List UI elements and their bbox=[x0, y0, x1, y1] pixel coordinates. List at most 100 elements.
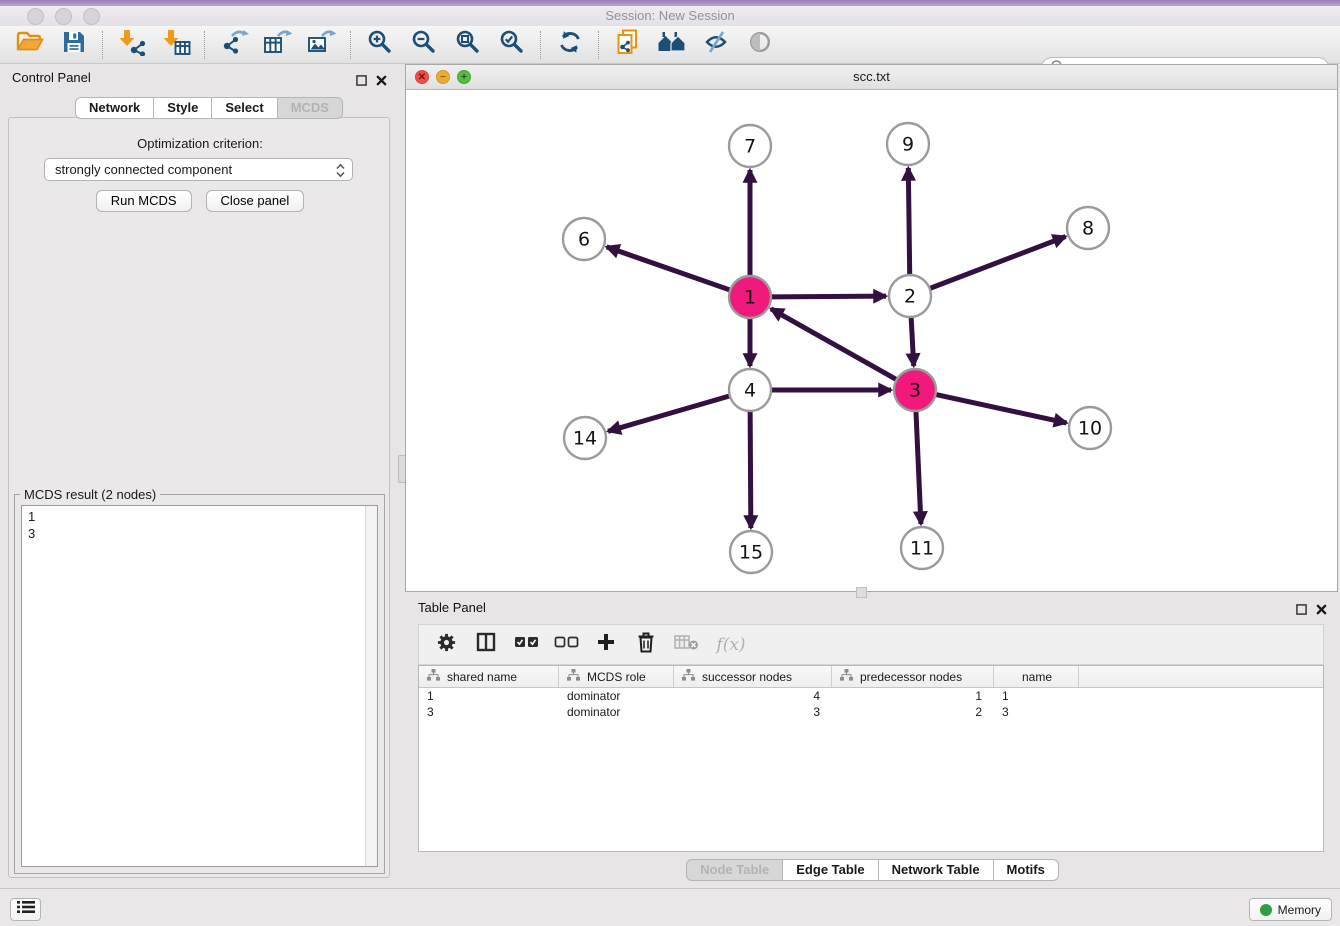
unselect-all-columns-button[interactable] bbox=[549, 630, 583, 660]
zoom-fit-button[interactable] bbox=[446, 29, 490, 61]
delete-columns-button[interactable] bbox=[629, 630, 663, 660]
graph-edge-2-8[interactable] bbox=[930, 237, 1066, 289]
table-settings-button[interactable] bbox=[429, 630, 463, 660]
mcds-result-list[interactable]: 13 bbox=[21, 505, 378, 867]
table-row[interactable]: 1dominator411 bbox=[419, 688, 1323, 704]
table-toolbar: f(x) bbox=[418, 624, 1324, 665]
column-header-predecessor-nodes[interactable]: predecessor nodes bbox=[832, 666, 994, 687]
select-all-columns-button[interactable] bbox=[509, 630, 543, 660]
float-panel-icon[interactable] bbox=[354, 73, 368, 87]
close-table-panel-icon[interactable] bbox=[1314, 602, 1328, 616]
plus-icon bbox=[596, 632, 616, 657]
import-table-button[interactable] bbox=[154, 29, 198, 61]
graph-edge-3-10[interactable] bbox=[936, 394, 1067, 422]
graph-edge-2-9[interactable] bbox=[908, 168, 909, 275]
export-network-button[interactable] bbox=[212, 29, 256, 61]
graph-node-9[interactable]: 9 bbox=[887, 123, 929, 165]
import-network-button[interactable] bbox=[110, 29, 154, 61]
table-row[interactable]: 3dominator323 bbox=[419, 704, 1323, 720]
graph-node-11[interactable]: 11 bbox=[901, 527, 943, 569]
table-cell: 1 bbox=[994, 688, 1079, 704]
graph-node-2[interactable]: 2 bbox=[889, 275, 931, 317]
tab-network-table[interactable]: Network Table bbox=[879, 859, 994, 881]
toolbar-separator bbox=[598, 31, 600, 59]
tab-node-table[interactable]: Node Table bbox=[686, 859, 783, 881]
open-file-icon bbox=[16, 30, 44, 59]
close-panel-button[interactable]: Close panel bbox=[206, 190, 305, 212]
graph-node-8[interactable]: 8 bbox=[1067, 207, 1109, 249]
column-header-successor-nodes[interactable]: successor nodes bbox=[674, 666, 832, 687]
toggle-annotations-button[interactable] bbox=[694, 29, 738, 61]
graph-edge-4-15[interactable] bbox=[750, 411, 751, 528]
window-zoom-button[interactable] bbox=[83, 8, 100, 25]
task-history-button[interactable] bbox=[10, 898, 41, 921]
refresh-view-button[interactable] bbox=[548, 29, 592, 61]
clone-network-button[interactable] bbox=[606, 29, 650, 61]
network-minimize-button[interactable]: − bbox=[436, 70, 450, 84]
open-file-button[interactable] bbox=[8, 29, 52, 61]
tab-edge-table[interactable]: Edge Table bbox=[783, 859, 878, 881]
graph-edge-1-2[interactable] bbox=[771, 296, 886, 297]
graph-edge-2-3[interactable] bbox=[911, 317, 914, 366]
tab-style[interactable]: Style bbox=[154, 97, 212, 119]
graphics-details-button[interactable] bbox=[738, 29, 782, 61]
tab-network[interactable]: Network bbox=[75, 97, 154, 119]
graph-edge-4-14[interactable] bbox=[608, 396, 730, 431]
zoom-selected-button[interactable] bbox=[490, 29, 534, 61]
graph-node-1[interactable]: 1 bbox=[729, 276, 771, 318]
window-close-button[interactable] bbox=[27, 8, 44, 25]
tab-mcds[interactable]: MCDS bbox=[278, 97, 343, 119]
window-minimize-button[interactable] bbox=[55, 8, 72, 25]
show-columns-button[interactable] bbox=[469, 630, 503, 660]
zoom-in-button[interactable] bbox=[358, 29, 402, 61]
clone-network-icon bbox=[615, 29, 641, 60]
export-image-button[interactable] bbox=[300, 29, 344, 61]
graph-edge-1-6[interactable] bbox=[607, 247, 731, 290]
column-header-shared-name[interactable]: shared name bbox=[419, 666, 559, 687]
application-window: Session: New Session bbox=[0, 0, 1340, 926]
close-panel-icon[interactable] bbox=[374, 73, 388, 87]
select-chevrons-icon bbox=[336, 163, 345, 181]
network-close-button[interactable]: ✕ bbox=[415, 70, 429, 84]
float-table-panel-icon[interactable] bbox=[1294, 602, 1308, 616]
graph-edge-3-11[interactable] bbox=[916, 411, 921, 524]
toolbar-separator bbox=[102, 31, 104, 59]
tab-select[interactable]: Select bbox=[212, 97, 277, 119]
network-maximize-button[interactable]: + bbox=[457, 70, 471, 84]
graph-node-3[interactable]: 3 bbox=[894, 369, 936, 411]
graph-node-15[interactable]: 15 bbox=[730, 531, 772, 573]
run-mcds-button[interactable]: Run MCDS bbox=[96, 190, 192, 212]
column-header-label: MCDS role bbox=[587, 670, 646, 684]
toggle-annotations-icon bbox=[703, 29, 729, 60]
zoom-out-button[interactable] bbox=[402, 29, 446, 61]
column-header-mcds-role[interactable]: MCDS role bbox=[559, 666, 674, 687]
network-canvas[interactable]: 1 2 3 4 6 7 8 9 10 11 14 15 bbox=[406, 90, 1337, 591]
column-header-label: shared name bbox=[447, 670, 517, 684]
function-builder-button[interactable]: f(x) bbox=[709, 630, 753, 660]
graph-node-14[interactable]: 14 bbox=[564, 417, 606, 459]
memory-button-label: Memory bbox=[1278, 903, 1321, 917]
tab-motifs[interactable]: Motifs bbox=[994, 859, 1059, 881]
graph-node-4[interactable]: 4 bbox=[729, 369, 771, 411]
save-session-button[interactable] bbox=[52, 29, 96, 61]
graph-node-7[interactable]: 7 bbox=[729, 125, 771, 167]
import-network-icon bbox=[117, 29, 147, 61]
graph-node-10[interactable]: 10 bbox=[1069, 407, 1111, 449]
delete-table-button[interactable] bbox=[669, 630, 703, 660]
graph-node-label: 10 bbox=[1078, 418, 1102, 440]
table-cell: 1 bbox=[832, 688, 994, 704]
table-panel-title: Table Panel bbox=[418, 600, 486, 615]
column-header-name[interactable]: name bbox=[994, 666, 1079, 687]
import-table-icon bbox=[161, 29, 191, 61]
graph-edge-3-1[interactable] bbox=[771, 309, 897, 380]
first-neighbors-button[interactable] bbox=[650, 29, 694, 61]
add-column-button[interactable] bbox=[589, 630, 623, 660]
graph-node-label: 2 bbox=[904, 286, 916, 308]
network-window-titlebar[interactable]: ✕ − + scc.txt bbox=[406, 65, 1337, 90]
memory-button[interactable]: Memory bbox=[1249, 898, 1332, 921]
refresh-view-icon bbox=[557, 29, 583, 60]
result-scrollbar[interactable] bbox=[365, 506, 377, 866]
graph-node-6[interactable]: 6 bbox=[563, 218, 605, 260]
criterion-select[interactable]: strongly connected component bbox=[44, 158, 353, 181]
export-table-button[interactable] bbox=[256, 29, 300, 61]
